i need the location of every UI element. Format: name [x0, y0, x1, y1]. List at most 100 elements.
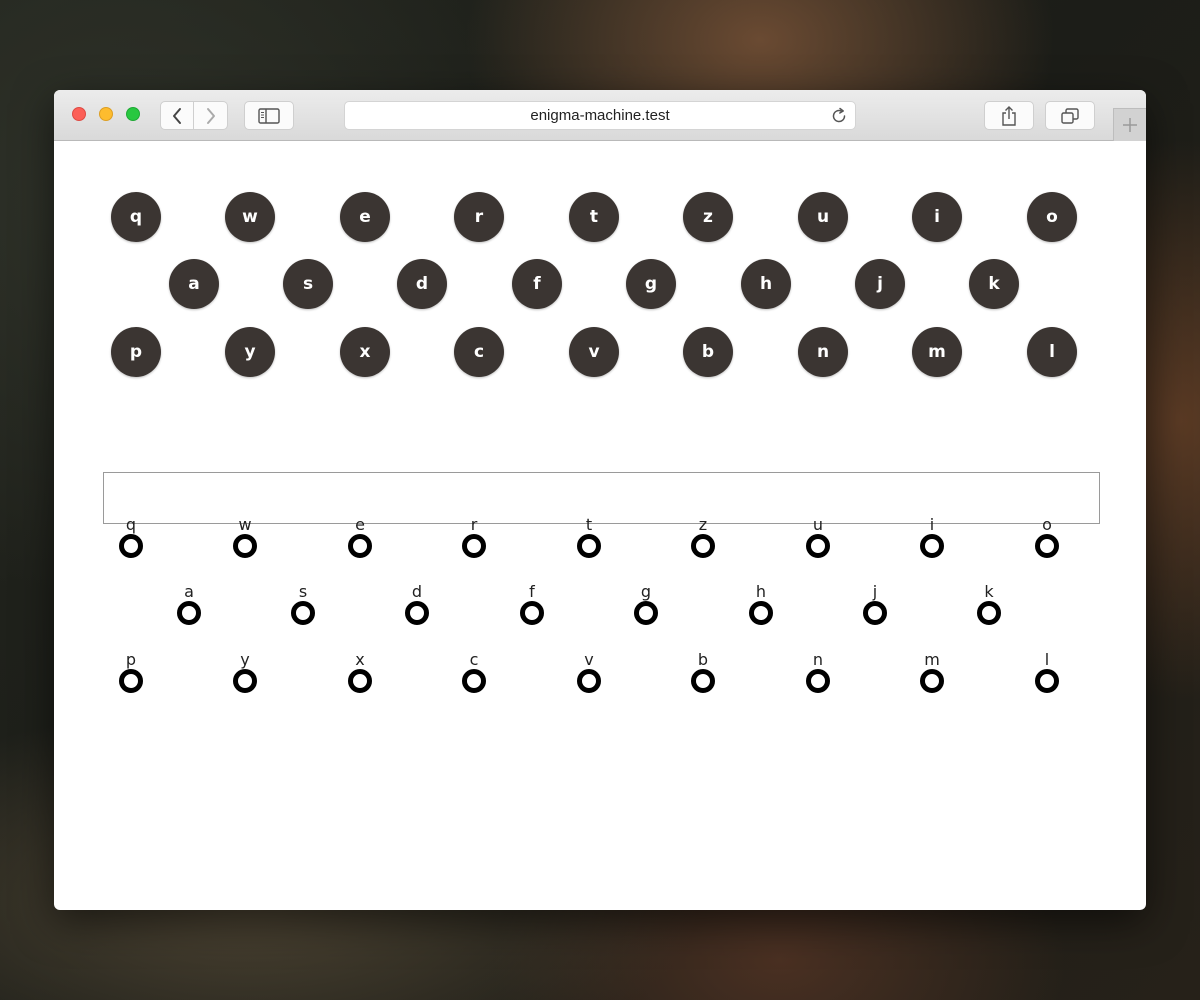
lamp-label: n	[812, 650, 824, 669]
lamp-indicator	[405, 601, 429, 625]
lamp-b: b	[683, 651, 723, 695]
sidebar-icon	[258, 107, 280, 124]
lamp-e: e	[340, 516, 380, 560]
key-c[interactable]: c	[454, 327, 504, 377]
key-t[interactable]: t	[569, 192, 619, 242]
lamp-indicator	[577, 534, 601, 558]
key-y[interactable]: y	[225, 327, 275, 377]
lamp-u: u	[798, 516, 838, 560]
key-u[interactable]: u	[798, 192, 848, 242]
lamp-label: l	[1044, 650, 1050, 669]
tabs-icon	[1061, 107, 1079, 124]
address-bar[interactable]: enigma-machine.test	[344, 101, 856, 130]
lamp-indicator	[977, 601, 1001, 625]
lamp-x: x	[340, 651, 380, 695]
lamp-label: f	[529, 582, 535, 601]
lamp-indicator	[233, 669, 257, 693]
lamp-label: b	[697, 650, 709, 669]
lamp-indicator	[462, 534, 486, 558]
lamp-label: r	[470, 515, 478, 534]
key-s[interactable]: s	[283, 259, 333, 309]
lamp-w: w	[225, 516, 265, 560]
lamp-label: i	[929, 515, 935, 534]
zoom-window-button[interactable]	[126, 107, 140, 121]
lamp-d: d	[397, 583, 437, 627]
lamp-label: t	[585, 515, 593, 534]
key-b[interactable]: b	[683, 327, 733, 377]
lamp-label: m	[924, 650, 940, 669]
lamp-label: x	[355, 650, 365, 669]
lamp-label: j	[872, 582, 878, 601]
key-d[interactable]: d	[397, 259, 447, 309]
lamp-a: a	[169, 583, 209, 627]
lamp-label: y	[240, 650, 250, 669]
reload-icon[interactable]	[830, 107, 848, 125]
key-m[interactable]: m	[912, 327, 962, 377]
close-window-button[interactable]	[72, 107, 86, 121]
lamp-h: h	[741, 583, 781, 627]
key-z[interactable]: z	[683, 192, 733, 242]
lamp-c: c	[454, 651, 494, 695]
key-a[interactable]: a	[169, 259, 219, 309]
sidebar-toggle-button[interactable]	[244, 101, 294, 130]
lamp-l: l	[1027, 651, 1067, 695]
lamp-label: z	[698, 515, 708, 534]
key-q[interactable]: q	[111, 192, 161, 242]
key-x[interactable]: x	[340, 327, 390, 377]
lamp-indicator	[1035, 534, 1059, 558]
lamp-indicator	[462, 669, 486, 693]
key-p[interactable]: p	[111, 327, 161, 377]
lamp-i: i	[912, 516, 952, 560]
show-tabs-button[interactable]	[1045, 101, 1095, 130]
lamp-indicator	[920, 669, 944, 693]
key-w[interactable]: w	[225, 192, 275, 242]
minimize-window-button[interactable]	[99, 107, 113, 121]
lamp-q: q	[111, 516, 151, 560]
share-icon	[1002, 105, 1016, 126]
lamp-v: v	[569, 651, 609, 695]
lamp-z: z	[683, 516, 723, 560]
chevron-right-icon	[206, 107, 215, 124]
lamp-k: k	[969, 583, 1009, 627]
key-l[interactable]: l	[1027, 327, 1077, 377]
lamp-indicator	[119, 669, 143, 693]
lamp-indicator	[634, 601, 658, 625]
new-tab-button[interactable]	[1113, 108, 1146, 141]
lamp-label: k	[984, 582, 994, 601]
lamp-f: f	[512, 583, 552, 627]
lamp-label: p	[125, 650, 137, 669]
key-f[interactable]: f	[512, 259, 562, 309]
key-i[interactable]: i	[912, 192, 962, 242]
key-h[interactable]: h	[741, 259, 791, 309]
lamp-indicator	[233, 534, 257, 558]
key-k[interactable]: k	[969, 259, 1019, 309]
forward-button[interactable]	[194, 101, 228, 130]
lamp-indicator	[863, 601, 887, 625]
lamp-label: o	[1042, 515, 1052, 534]
back-button[interactable]	[160, 101, 194, 130]
lamp-indicator	[348, 669, 372, 693]
key-o[interactable]: o	[1027, 192, 1077, 242]
address-url: enigma-machine.test	[530, 107, 670, 124]
lamp-o: o	[1027, 516, 1067, 560]
lamp-indicator	[1035, 669, 1059, 693]
lamp-label: e	[355, 515, 365, 534]
lamp-indicator	[806, 669, 830, 693]
lamp-label: h	[755, 582, 767, 601]
key-g[interactable]: g	[626, 259, 676, 309]
lamp-p: p	[111, 651, 151, 695]
lamp-t: t	[569, 516, 609, 560]
lamp-m: m	[912, 651, 952, 695]
share-button[interactable]	[984, 101, 1034, 130]
key-r[interactable]: r	[454, 192, 504, 242]
lamp-y: y	[225, 651, 265, 695]
key-j[interactable]: j	[855, 259, 905, 309]
key-v[interactable]: v	[569, 327, 619, 377]
key-n[interactable]: n	[798, 327, 848, 377]
lamp-indicator	[577, 669, 601, 693]
lamp-n: n	[798, 651, 838, 695]
lamp-indicator	[348, 534, 372, 558]
lamp-label: u	[812, 515, 824, 534]
lamp-indicator	[749, 601, 773, 625]
key-e[interactable]: e	[340, 192, 390, 242]
